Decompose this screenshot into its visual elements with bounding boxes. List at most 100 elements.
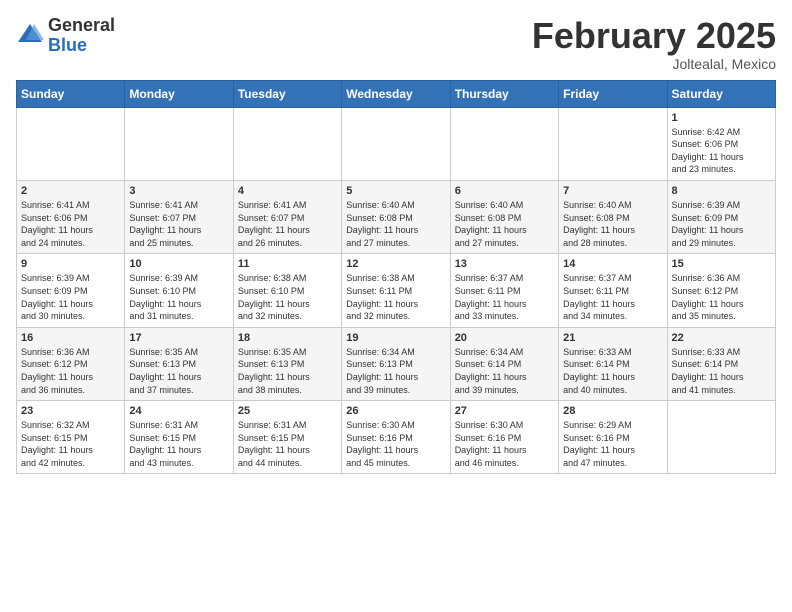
calendar-cell: 4 Sunrise: 6:41 AM Sunset: 6:07 PM Daylig… [233, 180, 341, 253]
day-number: 26 [346, 405, 445, 417]
calendar-cell: 20 Sunrise: 6:34 AM Sunset: 6:14 PM Dayli… [450, 327, 558, 400]
day-number: 17 [129, 332, 228, 344]
day-info: Sunrise: 6:39 AM Sunset: 6:10 PM Dayligh… [129, 272, 228, 322]
weekday-header-sunday: Sunday [17, 80, 125, 107]
day-number: 6 [455, 185, 554, 197]
calendar-subtitle: Joltealal, Mexico [532, 56, 776, 72]
day-number: 4 [238, 185, 337, 197]
day-number: 23 [21, 405, 120, 417]
day-info: Sunrise: 6:36 AM Sunset: 6:12 PM Dayligh… [672, 272, 771, 322]
calendar-cell [450, 107, 558, 180]
day-number: 19 [346, 332, 445, 344]
day-number: 10 [129, 258, 228, 270]
calendar-cell: 27 Sunrise: 6:30 AM Sunset: 6:16 PM Dayli… [450, 401, 558, 474]
day-info: Sunrise: 6:34 AM Sunset: 6:14 PM Dayligh… [455, 346, 554, 396]
calendar-cell [17, 107, 125, 180]
title-block: February 2025 Joltealal, Mexico [532, 16, 776, 72]
weekday-header-monday: Monday [125, 80, 233, 107]
calendar-table: SundayMondayTuesdayWednesdayThursdayFrid… [16, 80, 776, 475]
calendar-body: 1Sunrise: 6:42 AM Sunset: 6:06 PM Daylig… [17, 107, 776, 474]
weekday-header-tuesday: Tuesday [233, 80, 341, 107]
calendar-cell: 17 Sunrise: 6:35 AM Sunset: 6:13 PM Dayli… [125, 327, 233, 400]
calendar-cell: 18 Sunrise: 6:35 AM Sunset: 6:13 PM Dayli… [233, 327, 341, 400]
day-info: Sunrise: 6:39 AM Sunset: 6:09 PM Dayligh… [21, 272, 120, 322]
calendar-cell: 26 Sunrise: 6:30 AM Sunset: 6:16 PM Dayli… [342, 401, 450, 474]
day-number: 12 [346, 258, 445, 270]
calendar-cell [667, 401, 775, 474]
calendar-cell: 12 Sunrise: 6:38 AM Sunset: 6:11 PM Dayli… [342, 254, 450, 327]
page-header: General Blue February 2025 Joltealal, Me… [16, 16, 776, 72]
calendar-cell [342, 107, 450, 180]
logo: General Blue [16, 16, 115, 56]
calendar-week-2: 2 Sunrise: 6:41 AM Sunset: 6:06 PM Daylig… [17, 180, 776, 253]
day-number: 14 [563, 258, 662, 270]
weekday-header-thursday: Thursday [450, 80, 558, 107]
day-number: 15 [672, 258, 771, 270]
day-info: Sunrise: 6:38 AM Sunset: 6:11 PM Dayligh… [346, 272, 445, 322]
day-number: 8 [672, 185, 771, 197]
calendar-cell: 10 Sunrise: 6:39 AM Sunset: 6:10 PM Dayli… [125, 254, 233, 327]
day-info: Sunrise: 6:40 AM Sunset: 6:08 PM Dayligh… [346, 199, 445, 249]
day-number: 2 [21, 185, 120, 197]
day-info: Sunrise: 6:35 AM Sunset: 6:13 PM Dayligh… [238, 346, 337, 396]
calendar-cell: 2 Sunrise: 6:41 AM Sunset: 6:06 PM Daylig… [17, 180, 125, 253]
day-info: Sunrise: 6:31 AM Sunset: 6:15 PM Dayligh… [129, 419, 228, 469]
day-info: Sunrise: 6:34 AM Sunset: 6:13 PM Dayligh… [346, 346, 445, 396]
calendar-cell: 24Sunrise: 6:31 AM Sunset: 6:15 PM Dayli… [125, 401, 233, 474]
day-info: Sunrise: 6:39 AM Sunset: 6:09 PM Dayligh… [672, 199, 771, 249]
day-info: Sunrise: 6:33 AM Sunset: 6:14 PM Dayligh… [672, 346, 771, 396]
calendar-cell [233, 107, 341, 180]
weekday-header-row: SundayMondayTuesdayWednesdayThursdayFrid… [17, 80, 776, 107]
day-number: 20 [455, 332, 554, 344]
day-number: 28 [563, 405, 662, 417]
day-number: 21 [563, 332, 662, 344]
day-info: Sunrise: 6:40 AM Sunset: 6:08 PM Dayligh… [563, 199, 662, 249]
day-info: Sunrise: 6:42 AM Sunset: 6:06 PM Dayligh… [672, 126, 771, 176]
day-info: Sunrise: 6:40 AM Sunset: 6:08 PM Dayligh… [455, 199, 554, 249]
calendar-cell: 19 Sunrise: 6:34 AM Sunset: 6:13 PM Dayli… [342, 327, 450, 400]
calendar-cell: 9Sunrise: 6:39 AM Sunset: 6:09 PM Daylig… [17, 254, 125, 327]
calendar-cell [559, 107, 667, 180]
weekday-header-wednesday: Wednesday [342, 80, 450, 107]
day-number: 22 [672, 332, 771, 344]
day-number: 25 [238, 405, 337, 417]
day-number: 16 [21, 332, 120, 344]
day-info: Sunrise: 6:30 AM Sunset: 6:16 PM Dayligh… [346, 419, 445, 469]
calendar-cell: 11Sunrise: 6:38 AM Sunset: 6:10 PM Dayli… [233, 254, 341, 327]
calendar-cell [125, 107, 233, 180]
day-info: Sunrise: 6:37 AM Sunset: 6:11 PM Dayligh… [563, 272, 662, 322]
calendar-cell: 16 Sunrise: 6:36 AM Sunset: 6:12 PM Dayli… [17, 327, 125, 400]
logo-general: General [48, 15, 115, 35]
day-info: Sunrise: 6:35 AM Sunset: 6:13 PM Dayligh… [129, 346, 228, 396]
day-info: Sunrise: 6:31 AM Sunset: 6:15 PM Dayligh… [238, 419, 337, 469]
logo-text: General Blue [48, 16, 115, 56]
day-number: 3 [129, 185, 228, 197]
day-info: Sunrise: 6:37 AM Sunset: 6:11 PM Dayligh… [455, 272, 554, 322]
logo-blue-text: Blue [48, 35, 87, 55]
calendar-cell: 25 Sunrise: 6:31 AM Sunset: 6:15 PM Dayli… [233, 401, 341, 474]
day-number: 7 [563, 185, 662, 197]
calendar-cell: 1Sunrise: 6:42 AM Sunset: 6:06 PM Daylig… [667, 107, 775, 180]
day-info: Sunrise: 6:41 AM Sunset: 6:07 PM Dayligh… [129, 199, 228, 249]
calendar-week-1: 1Sunrise: 6:42 AM Sunset: 6:06 PM Daylig… [17, 107, 776, 180]
day-info: Sunrise: 6:30 AM Sunset: 6:16 PM Dayligh… [455, 419, 554, 469]
weekday-header-saturday: Saturday [667, 80, 775, 107]
calendar-cell: 8 Sunrise: 6:39 AM Sunset: 6:09 PM Daylig… [667, 180, 775, 253]
day-info: Sunrise: 6:41 AM Sunset: 6:07 PM Dayligh… [238, 199, 337, 249]
day-number: 18 [238, 332, 337, 344]
calendar-cell: 13Sunrise: 6:37 AM Sunset: 6:11 PM Dayli… [450, 254, 558, 327]
calendar-cell: 22 Sunrise: 6:33 AM Sunset: 6:14 PM Dayli… [667, 327, 775, 400]
day-number: 11 [238, 258, 337, 270]
calendar-cell: 5 Sunrise: 6:40 AM Sunset: 6:08 PM Daylig… [342, 180, 450, 253]
calendar-week-3: 9Sunrise: 6:39 AM Sunset: 6:09 PM Daylig… [17, 254, 776, 327]
calendar-cell: 14 Sunrise: 6:37 AM Sunset: 6:11 PM Dayli… [559, 254, 667, 327]
day-number: 27 [455, 405, 554, 417]
day-info: Sunrise: 6:36 AM Sunset: 6:12 PM Dayligh… [21, 346, 120, 396]
day-number: 5 [346, 185, 445, 197]
day-info: Sunrise: 6:41 AM Sunset: 6:06 PM Dayligh… [21, 199, 120, 249]
calendar-cell: 28Sunrise: 6:29 AM Sunset: 6:16 PM Dayli… [559, 401, 667, 474]
day-info: Sunrise: 6:33 AM Sunset: 6:14 PM Dayligh… [563, 346, 662, 396]
calendar-cell: 15 Sunrise: 6:36 AM Sunset: 6:12 PM Dayli… [667, 254, 775, 327]
day-info: Sunrise: 6:32 AM Sunset: 6:15 PM Dayligh… [21, 419, 120, 469]
calendar-cell: 6 Sunrise: 6:40 AM Sunset: 6:08 PM Daylig… [450, 180, 558, 253]
